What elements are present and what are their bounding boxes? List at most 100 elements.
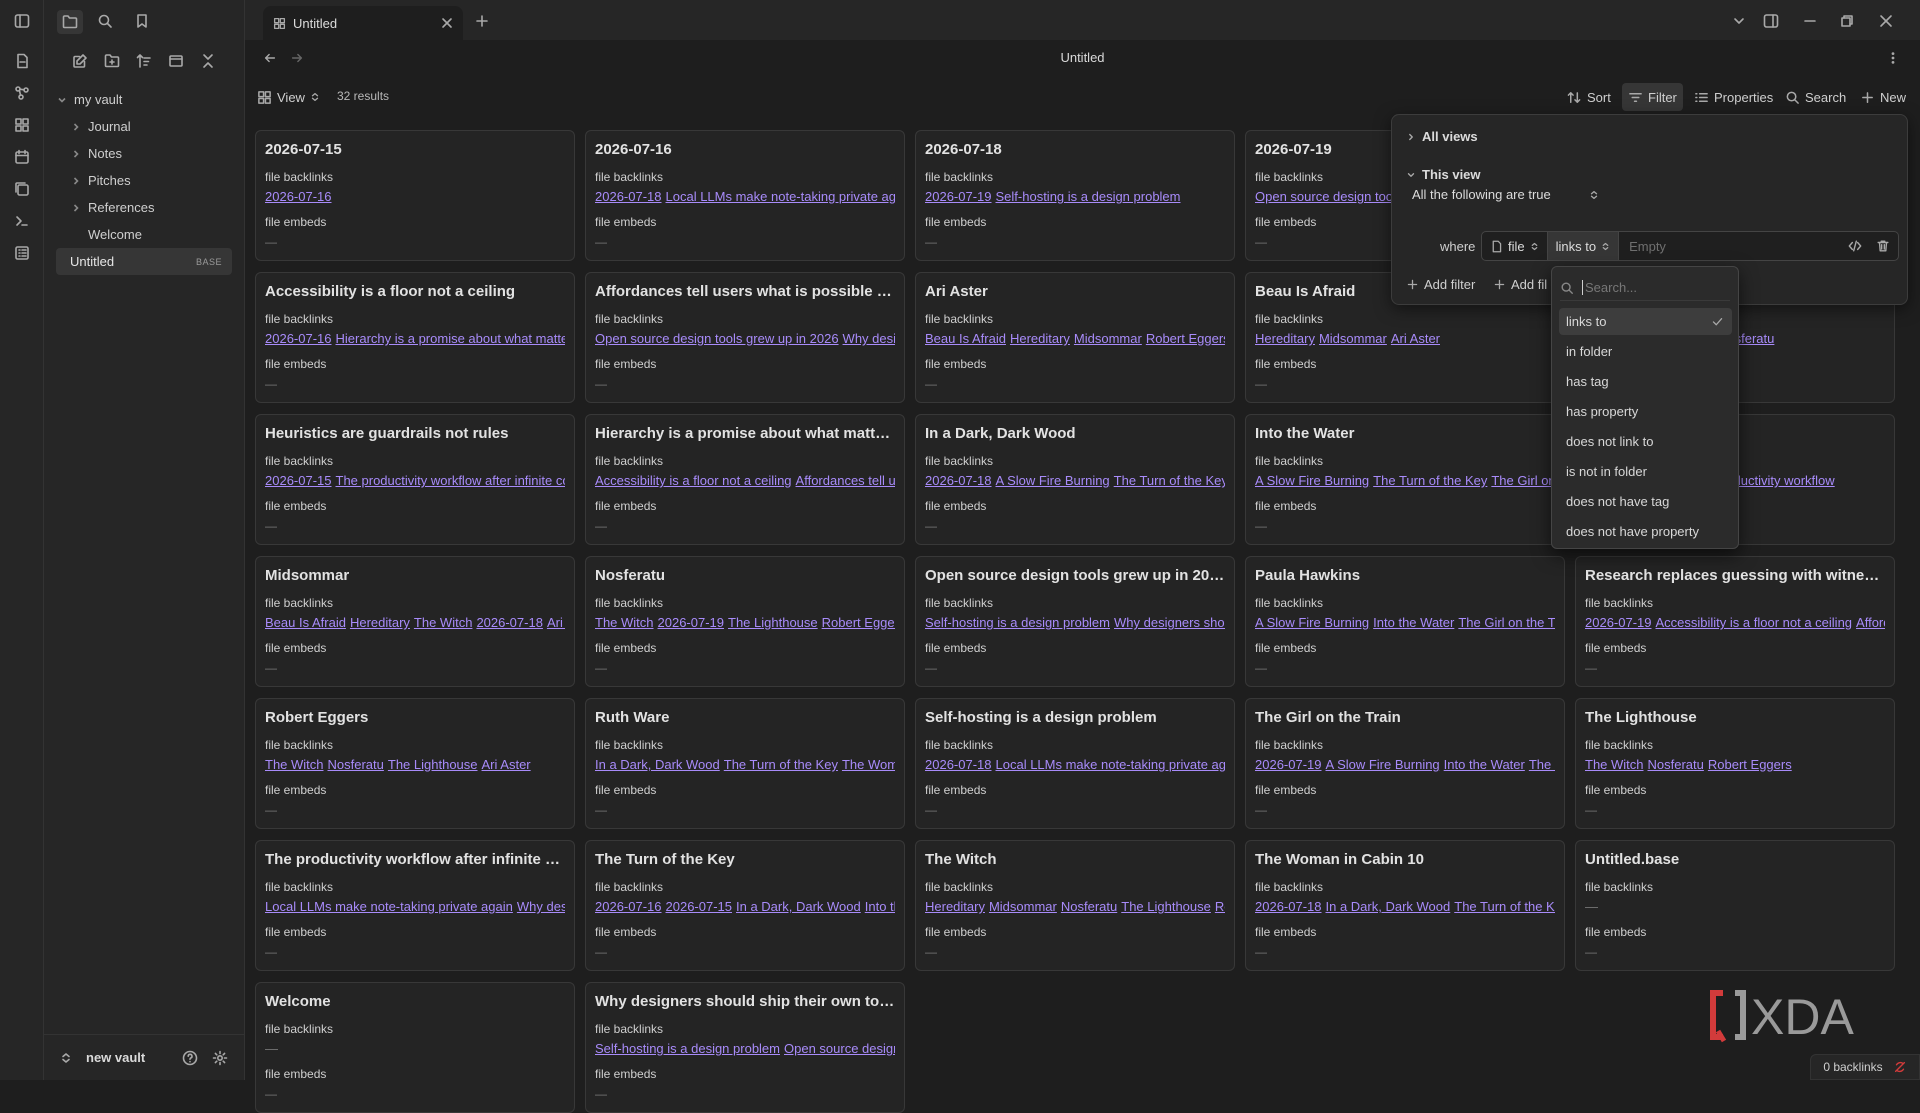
- backlink[interactable]: Why designers should ship: [517, 899, 565, 914]
- backlink[interactable]: Into the Water: [1373, 615, 1454, 630]
- sort-button[interactable]: Sort: [1561, 83, 1617, 111]
- backlink[interactable]: 2026-07-16: [265, 331, 332, 346]
- card[interactable]: Ari Asterfile backlinksBeau Is AfraidHer…: [915, 272, 1235, 403]
- minimize-icon[interactable]: [1799, 10, 1821, 32]
- dropdown-search-input[interactable]: Search...: [1582, 280, 1637, 295]
- new-button[interactable]: New: [1854, 83, 1912, 111]
- properties-button[interactable]: Properties: [1688, 83, 1779, 111]
- sync-error-icon[interactable]: [1893, 1060, 1907, 1074]
- view-selector[interactable]: View: [251, 83, 326, 111]
- backlink[interactable]: 2026-07-19: [658, 615, 725, 630]
- vault-switcher-icon[interactable]: [60, 1052, 72, 1064]
- backlink[interactable]: Why designers should ship their own tool…: [843, 331, 895, 346]
- card[interactable]: Untitled.basefile backlinks—file embeds—: [1575, 840, 1895, 971]
- backlink[interactable]: Midsommar: [1319, 331, 1387, 346]
- more-options-icon[interactable]: [1886, 51, 1900, 65]
- close-window-icon[interactable]: [1875, 10, 1897, 32]
- card[interactable]: Accessibility is a floor not a ceilingfi…: [255, 272, 575, 403]
- open-quick-switcher-icon[interactable]: [11, 50, 33, 72]
- search-tab-icon[interactable]: [94, 10, 116, 32]
- operator-option[interactable]: does not have property: [1559, 518, 1732, 545]
- files-tab-folder-icon[interactable]: [57, 10, 83, 34]
- card[interactable]: Affordances tell users what is possible …: [585, 272, 905, 403]
- card[interactable]: 2026-07-16file backlinks2026-07-18Local …: [585, 130, 905, 261]
- backlink[interactable]: The Turn of the Key: [724, 757, 838, 772]
- backlink[interactable]: Accessibility is a floor not a ceiling: [1656, 615, 1853, 630]
- operator-option[interactable]: has tag: [1559, 368, 1732, 395]
- help-icon[interactable]: [182, 1050, 198, 1066]
- collapse-all-icon[interactable]: [197, 50, 219, 72]
- add-filter-group-button[interactable]: Add fil: [1493, 277, 1547, 292]
- backlink[interactable]: The Witch: [1585, 757, 1644, 772]
- card[interactable]: The Witchfile backlinksHereditaryMidsomm…: [915, 840, 1235, 971]
- backlink[interactable]: 2026-07-16: [265, 189, 332, 204]
- graph-view-icon[interactable]: [11, 82, 33, 104]
- backlink[interactable]: Self-hosting is a design problem: [996, 189, 1181, 204]
- canvas-icon[interactable]: [11, 114, 33, 136]
- backlink[interactable]: The Turn of the Key: [1114, 473, 1225, 488]
- conjunction-select[interactable]: All the following are true: [1412, 187, 1599, 202]
- backlink[interactable]: 2026-07-16: [595, 899, 662, 914]
- card[interactable]: Heuristics are guardrails not rulesfile …: [255, 414, 575, 545]
- close-tab-icon[interactable]: [441, 17, 453, 29]
- folder-references[interactable]: References: [56, 194, 232, 221]
- backlink[interactable]: The productivity workflow after infinite…: [336, 473, 566, 488]
- backlink[interactable]: The Girl on the Train: [1458, 615, 1555, 630]
- backlink[interactable]: Affordances tell users what is possible: [796, 473, 895, 488]
- backlink[interactable]: The Girl on the Train: [1491, 473, 1555, 488]
- card[interactable]: Welcomefile backlinks—file embeds—: [255, 982, 575, 1113]
- card[interactable]: The productivity workflow after infinite…: [255, 840, 575, 971]
- backlink[interactable]: Hierarchy is a promise about what matter…: [336, 331, 566, 346]
- card[interactable]: Nosferatufile backlinksThe Witch2026-07-…: [585, 556, 905, 687]
- backlink[interactable]: A Slow Fire Burning: [996, 473, 1110, 488]
- backlink[interactable]: 2026-07-19: [1255, 757, 1322, 772]
- backlink[interactable]: Beau Is Afraid: [265, 615, 346, 630]
- backlink[interactable]: Ari Aster: [482, 757, 531, 772]
- all-views-section[interactable]: All views: [1406, 129, 1478, 144]
- backlink[interactable]: In a Dark, Dark Wood: [595, 757, 720, 772]
- toggle-right-sidebar-icon[interactable]: [1760, 10, 1782, 32]
- backlink[interactable]: Open source design tools grew up in 2026: [784, 1041, 895, 1056]
- backlink[interactable]: The Turn of the Key: [1454, 899, 1555, 914]
- backlink[interactable]: Self-hosting is a design problem: [595, 1041, 780, 1056]
- backlink[interactable]: The Lighthouse: [388, 757, 478, 772]
- vault-root[interactable]: my vault: [56, 86, 232, 113]
- property-select[interactable]: file: [1482, 232, 1548, 260]
- card[interactable]: Paula Hawkinsfile backlinksA Slow Fire B…: [1245, 556, 1565, 687]
- folder-pitches[interactable]: Pitches: [56, 167, 232, 194]
- file-untitled-base[interactable]: UntitledBASE: [56, 248, 232, 275]
- operator-option[interactable]: has property: [1559, 398, 1732, 425]
- backlink[interactable]: Self-hosting is a design problem: [925, 615, 1110, 630]
- restore-icon[interactable]: [1836, 10, 1858, 32]
- backlink[interactable]: Nosferatu: [1061, 899, 1117, 914]
- backlink[interactable]: Nosferatu: [1648, 757, 1704, 772]
- backlink[interactable]: 2026-07-18: [1255, 899, 1322, 914]
- tab-untitled[interactable]: Untitled: [263, 6, 463, 40]
- new-folder-icon[interactable]: [101, 50, 123, 72]
- backlink[interactable]: In a Dark, Dark Wood: [736, 899, 861, 914]
- card[interactable]: 2026-07-15file backlinks2026-07-16file e…: [255, 130, 575, 261]
- daily-note-icon[interactable]: [11, 146, 33, 168]
- dropdown-search[interactable]: Search...: [1560, 275, 1730, 301]
- operator-option[interactable]: is not in folder: [1559, 458, 1732, 485]
- value-input[interactable]: Empty: [1619, 239, 1848, 254]
- backlink[interactable]: Hereditary: [1255, 331, 1315, 346]
- backlink[interactable]: Nosferatu: [328, 757, 384, 772]
- backlink[interactable]: Robert Eggers: [1708, 757, 1792, 772]
- backlink[interactable]: Open source design tools grew up in 2026: [595, 331, 839, 346]
- vault-switcher[interactable]: new vault: [86, 1050, 145, 1065]
- backlink[interactable]: Local LLMs make note-taking private agai…: [996, 757, 1226, 772]
- backlink[interactable]: Hereditary: [1010, 331, 1070, 346]
- filter-button[interactable]: Filter: [1622, 83, 1683, 111]
- card[interactable]: In a Dark, Dark Woodfile backlinks2026-0…: [915, 414, 1235, 545]
- auto-reveal-icon[interactable]: [165, 50, 187, 72]
- backlink[interactable]: The Witch: [265, 757, 324, 772]
- backlink[interactable]: 2026-07-15: [265, 473, 332, 488]
- sort-order-icon[interactable]: [133, 50, 155, 72]
- backlinks-count[interactable]: 0 backlinks: [1823, 1060, 1882, 1074]
- backlink[interactable]: Midsommar: [989, 899, 1057, 914]
- card[interactable]: Hierarchy is a promise about what matter…: [585, 414, 905, 545]
- new-tab-plus-icon[interactable]: [471, 10, 493, 32]
- backlink[interactable]: Robert Eggers: [1146, 331, 1225, 346]
- backlink[interactable]: A Slow Fire Burning: [1255, 473, 1369, 488]
